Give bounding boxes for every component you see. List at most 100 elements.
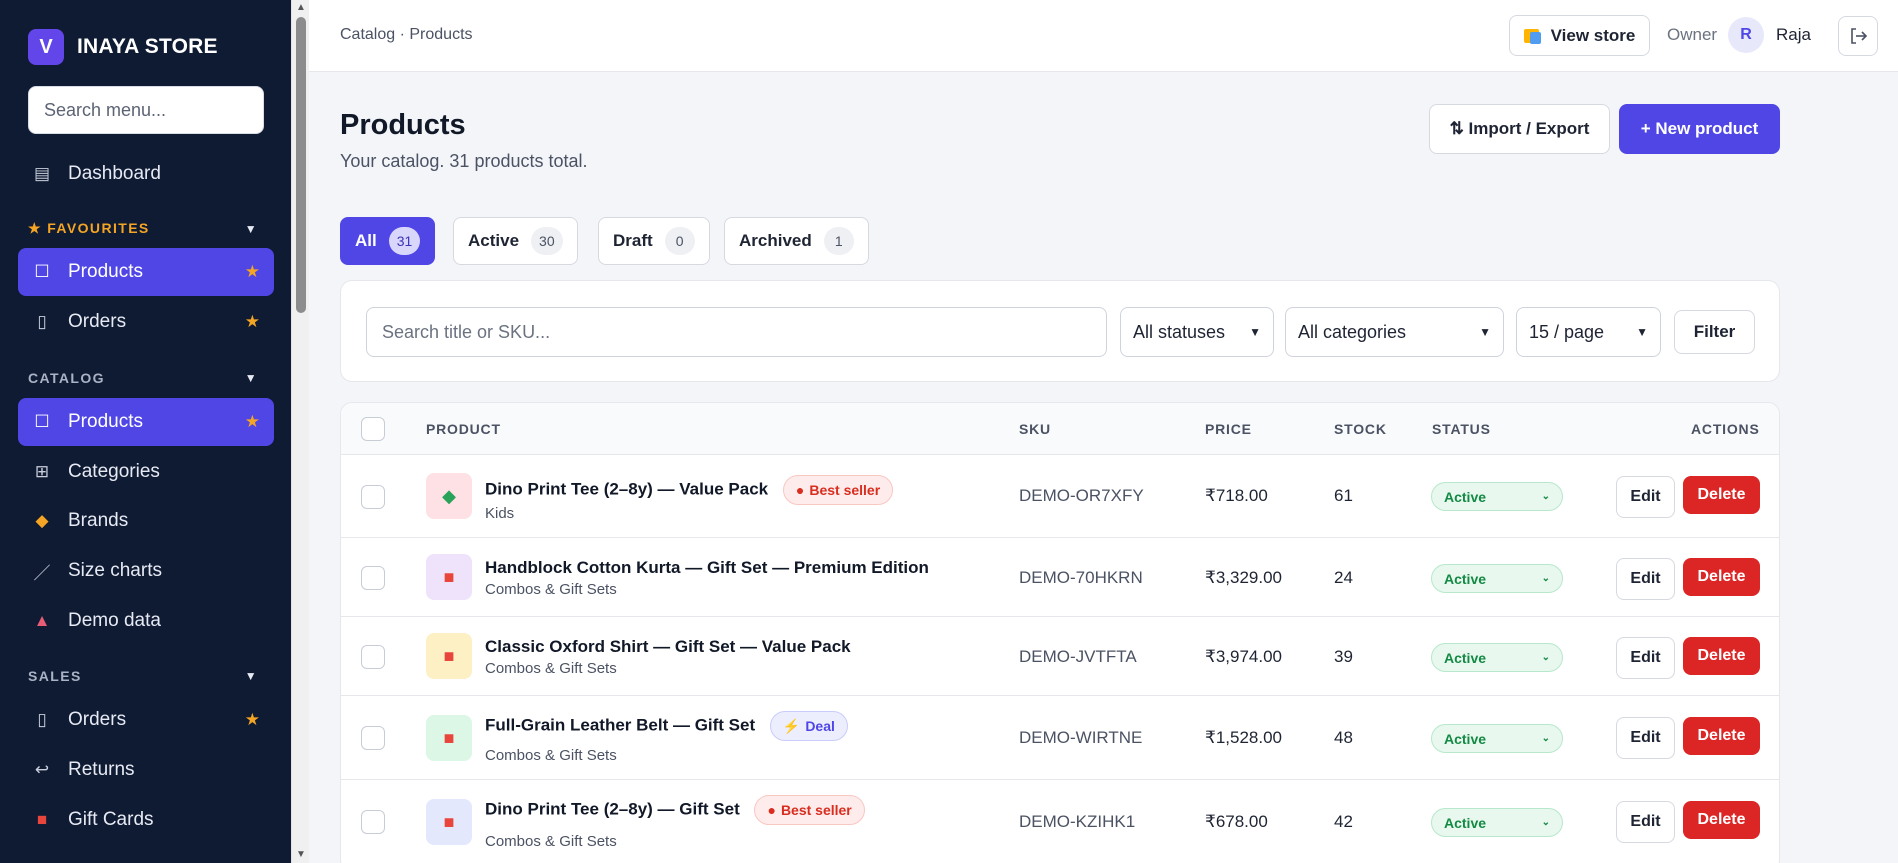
- import-export-button[interactable]: ⇅ Import / Export: [1429, 104, 1610, 154]
- column-header-price[interactable]: PRICE: [1205, 421, 1252, 437]
- per-page-select[interactable]: 15 / page ▼: [1516, 307, 1661, 357]
- sidebar-item-brands[interactable]: ◆ Brands: [18, 497, 274, 545]
- tab-count: 0: [664, 227, 695, 255]
- breadcrumb[interactable]: Catalog · Products: [340, 26, 473, 44]
- delete-button[interactable]: Delete: [1683, 637, 1760, 675]
- row-checkbox[interactable]: [361, 810, 385, 834]
- product-name[interactable]: Handblock Cotton Kurta — Gift Set — Prem…: [485, 558, 929, 578]
- star-icon[interactable]: ★: [245, 312, 260, 332]
- chevron-down-icon: ▼: [1479, 325, 1491, 339]
- edit-button[interactable]: Edit: [1616, 637, 1675, 679]
- sidebar-item-label: Returns: [68, 759, 135, 780]
- table-row[interactable]: ■ Dino Print Tee (2–8y) — Gift Set ● Best…: [341, 780, 1779, 863]
- tab-label: Draft: [613, 231, 653, 250]
- sidebar-fav-orders[interactable]: ▯ Orders ★: [18, 298, 274, 346]
- scroll-up-icon[interactable]: ▲: [294, 2, 308, 14]
- section-favourites[interactable]: ★ FAVOURITES ▼: [28, 220, 264, 237]
- star-icon[interactable]: ★: [245, 262, 260, 282]
- sidebar-item-label: Size charts: [68, 560, 162, 581]
- row-checkbox[interactable]: [361, 645, 385, 669]
- sidebar-item-gift-cards[interactable]: ■ Gift Cards: [18, 796, 274, 844]
- sidebar-item-demo-data[interactable]: ▲ Demo data: [18, 597, 274, 645]
- sidebar-item-label: Dashboard: [68, 163, 161, 184]
- brand[interactable]: V INAYA STORE: [28, 29, 218, 65]
- column-header-stock[interactable]: STOCK: [1334, 421, 1387, 437]
- logout-icon: [1851, 28, 1868, 44]
- chevron-down-icon: ⌄: [1541, 733, 1550, 744]
- filter-button[interactable]: Filter: [1674, 310, 1755, 354]
- status-select[interactable]: Active ⌄: [1431, 564, 1563, 593]
- tab-label: Archived: [739, 231, 812, 250]
- scroll-thumb[interactable]: [296, 17, 306, 313]
- product-name-cell[interactable]: Full-Grain Leather Belt — Gift Set ⚡ Deal: [485, 711, 848, 741]
- sidebar-item-returns[interactable]: ↩ Returns: [18, 746, 274, 794]
- star-icon[interactable]: ★: [245, 710, 260, 730]
- column-header-status[interactable]: STATUS: [1432, 421, 1491, 437]
- edit-button[interactable]: Edit: [1616, 801, 1675, 843]
- caret-down-icon[interactable]: ▼: [245, 669, 258, 683]
- view-store-button[interactable]: View store: [1509, 15, 1650, 56]
- sidebar-item-orders[interactable]: ▯ Orders ★: [18, 696, 274, 744]
- edit-button[interactable]: Edit: [1616, 558, 1675, 600]
- caret-down-icon[interactable]: ▼: [245, 222, 258, 236]
- tab-archived[interactable]: Archived 1: [724, 217, 869, 265]
- gift-icon: ■: [443, 645, 455, 666]
- table-row[interactable]: ■ Handblock Cotton Kurta — Gift Set — Pr…: [341, 538, 1779, 617]
- new-product-button[interactable]: + New product: [1619, 104, 1780, 154]
- section-catalog[interactable]: CATALOG ▼: [28, 370, 264, 386]
- scroll-down-icon[interactable]: ▼: [294, 849, 308, 861]
- status-value: Active: [1444, 488, 1487, 505]
- status-select[interactable]: Active ⌄: [1431, 643, 1563, 672]
- product-search-input[interactable]: [366, 307, 1107, 357]
- avatar[interactable]: R: [1728, 17, 1764, 53]
- receipt-icon: ▯: [37, 710, 47, 729]
- select-all-checkbox[interactable]: [361, 417, 385, 441]
- product-name-cell[interactable]: Dino Print Tee (2–8y) — Gift Set ● Best s…: [485, 795, 865, 825]
- chevron-down-icon: ▼: [1636, 325, 1648, 339]
- column-header-sku[interactable]: SKU: [1019, 421, 1051, 437]
- delete-button[interactable]: Delete: [1683, 476, 1760, 514]
- product-name[interactable]: Classic Oxford Shirt — Gift Set — Value …: [485, 637, 851, 657]
- sidebar-item-categories[interactable]: ⊞ Categories: [18, 448, 274, 496]
- product-name[interactable]: Dino Print Tee (2–8y) — Gift Set: [485, 799, 740, 818]
- circus-tent-icon: ▲: [33, 611, 51, 630]
- tab-active[interactable]: Active 30: [453, 217, 578, 265]
- sidebar-item-products[interactable]: ☐ Products ★: [18, 398, 274, 446]
- table-row[interactable]: ◆ Dino Print Tee (2–8y) — Value Pack ● Be…: [341, 455, 1779, 538]
- edit-button[interactable]: Edit: [1616, 476, 1675, 518]
- table-row[interactable]: ■ Classic Oxford Shirt — Gift Set — Valu…: [341, 617, 1779, 696]
- column-header-product[interactable]: PRODUCT: [426, 421, 501, 437]
- product-name[interactable]: Full-Grain Leather Belt — Gift Set: [485, 715, 755, 734]
- category-select[interactable]: All categories ▼: [1285, 307, 1504, 357]
- star-icon[interactable]: ★: [245, 412, 260, 432]
- sidebar-item-label: Gift Cards: [68, 809, 154, 830]
- sidebar-search-input[interactable]: [28, 86, 264, 134]
- section-sales[interactable]: SALES ▼: [28, 668, 264, 684]
- row-checkbox[interactable]: [361, 566, 385, 590]
- tab-draft[interactable]: Draft 0: [598, 217, 710, 265]
- row-checkbox[interactable]: [361, 726, 385, 750]
- logout-button[interactable]: [1838, 16, 1878, 56]
- row-checkbox[interactable]: [361, 485, 385, 509]
- status-select[interactable]: Active ⌄: [1431, 724, 1563, 753]
- delete-button[interactable]: Delete: [1683, 801, 1760, 839]
- sidebar-fav-products[interactable]: ☐ Products ★: [18, 248, 274, 296]
- sidebar-item-size-charts[interactable]: ／ Size charts: [18, 547, 274, 595]
- user-name[interactable]: Raja: [1776, 25, 1811, 45]
- table-row[interactable]: ■ Full-Grain Leather Belt — Gift Set ⚡ De…: [341, 696, 1779, 780]
- caret-down-icon[interactable]: ▼: [245, 371, 258, 385]
- delete-button[interactable]: Delete: [1683, 558, 1760, 596]
- sidebar-item-dashboard[interactable]: ▤ Dashboard: [18, 150, 274, 198]
- status-select[interactable]: Active ⌄: [1431, 482, 1563, 511]
- sidebar-scrollbar[interactable]: ▲ ▼: [291, 0, 309, 863]
- product-name[interactable]: Dino Print Tee (2–8y) — Value Pack: [485, 479, 768, 498]
- status-select[interactable]: All statuses ▼: [1120, 307, 1274, 357]
- delete-button[interactable]: Delete: [1683, 717, 1760, 755]
- best-seller-badge: ● Best seller: [782, 475, 894, 505]
- tab-all[interactable]: All 31: [340, 217, 436, 265]
- tag-icon: ◆: [35, 511, 49, 530]
- sidebar: V INAYA STORE ▤ Dashboard ★ FAVOURITES ▼…: [0, 0, 291, 863]
- status-select[interactable]: Active ⌄: [1431, 808, 1563, 837]
- edit-button[interactable]: Edit: [1616, 717, 1675, 759]
- product-name-cell[interactable]: Dino Print Tee (2–8y) — Value Pack ● Best…: [485, 475, 894, 505]
